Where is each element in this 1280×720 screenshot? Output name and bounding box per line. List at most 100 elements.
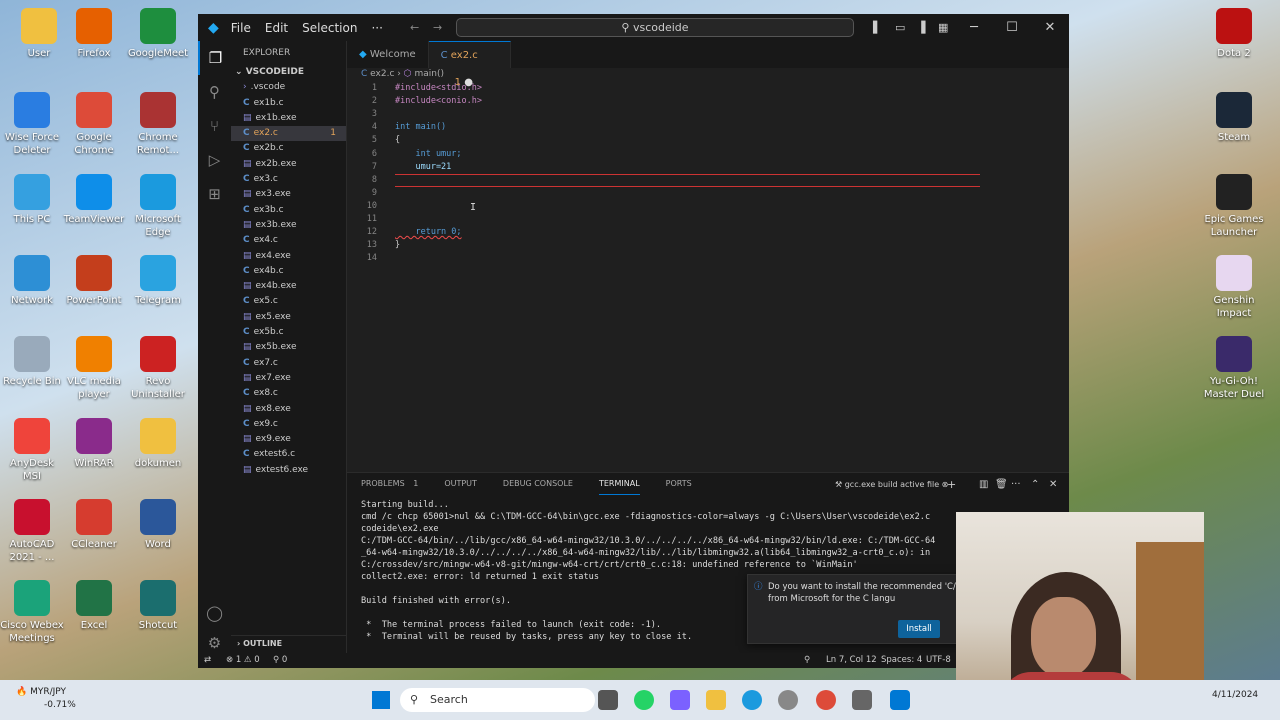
file-item[interactable]: ▤ ex4b.exe [231,279,346,294]
task-view-icon[interactable] [598,690,618,710]
taskbar-search[interactable]: ⚲ Search [400,688,595,712]
desktop-icon[interactable]: Revo Uninstaller [126,336,190,401]
file-item[interactable]: ▤ extest6.exe [231,463,346,478]
desktop-icon[interactable]: Cisco Webex Meetings [0,580,64,645]
tab-problems[interactable]: PROBLEMS 1 [361,473,418,495]
code-editor[interactable]: 1 #include<stdio.h> 2 #include<conio.h> 3 4 in… [347,82,1069,466]
explorer-icon[interactable]: ❐ [198,41,231,75]
start-button[interactable] [372,691,390,709]
file-explorer-icon[interactable] [706,690,726,710]
breadcrumb-symbol[interactable]: main() [414,69,444,79]
tab-ports[interactable]: PORTS [666,473,692,495]
widgets-button[interactable]: 🔥 MYR/JPY -0.71% [16,686,76,712]
close-panel-icon[interactable]: ✕ [1049,479,1057,490]
desktop-icon[interactable]: GoogleMeet [126,8,190,60]
file-item[interactable]: Cex2b.c [231,141,346,156]
file-item[interactable]: ▤ ex1b.exe [231,111,346,126]
file-item[interactable]: Cex7.c [231,356,346,371]
desktop-icon[interactable]: Genshin Impact [1202,255,1266,320]
remote-icon[interactable]: ⇄ [204,653,211,668]
desktop-icon[interactable]: Firefox [62,8,126,60]
file-item[interactable]: ▤ ex8.exe [231,402,346,417]
file-item[interactable]: ▤ ex3.exe [231,187,346,202]
menu-file[interactable]: File [231,21,251,35]
file-item[interactable]: Cex4.c [231,233,346,248]
desktop-icon[interactable]: Dota 2 [1202,8,1266,60]
layout-panel-icon[interactable]: ▭ [895,21,905,34]
desktop-icon[interactable]: dokumen [126,418,190,470]
more-icon[interactable]: ··· [1011,479,1021,490]
layout-secondary-icon[interactable]: ▐ [917,21,925,34]
breadcrumb-file[interactable]: ex2.c [370,69,394,79]
file-item[interactable]: Cex1b.c [231,96,346,111]
indentation[interactable]: Spaces: 4 [881,653,922,668]
desktop-icon[interactable]: Microsoft Edge [126,174,190,239]
desktop-icon[interactable]: AutoCAD 2021 - ... [0,499,64,564]
desktop-icon[interactable]: Recycle Bin [0,336,64,388]
file-item[interactable]: Cex5b.c [231,325,346,340]
tab-debug-console[interactable]: DEBUG CONSOLE [503,473,573,495]
tab-ex2[interactable]: C ex2.c 1 ● [428,41,511,88]
explorer-root[interactable]: ⌄ VSCODEIDE [231,65,346,80]
back-arrow-icon[interactable]: ← [410,21,419,34]
file-item[interactable]: ▤ ex7.exe [231,371,346,386]
trash-icon[interactable]: 🗑 [995,479,1008,490]
tab-terminal[interactable]: TERMINAL [598,473,640,495]
desktop-icon[interactable]: Yu-Gi-Oh! Master Duel [1202,336,1266,401]
file-item[interactable]: › .vscode [231,80,346,95]
problems-status[interactable]: ⊗ 1 ⚠ 0 [226,653,260,668]
tab-welcome[interactable]: ◆ Welcome [347,41,429,68]
file-item[interactable]: ▤ ex4.exe [231,249,346,264]
desktop-icon[interactable]: Wise Force Deleter [0,92,64,157]
desktop-icon[interactable]: TeamViewer [62,174,126,226]
split-terminal-icon[interactable]: ▥ [979,479,988,490]
desktop-icon[interactable]: CCleaner [62,499,126,551]
terminal-task-selector[interactable]: ⚒ gcc.exe build active file ⊗ [835,480,948,489]
file-item[interactable]: Cex9.c [231,417,346,432]
maximize-panel-icon[interactable]: ⌃ [1031,479,1039,490]
tab-output[interactable]: OUTPUT [444,473,477,495]
desktop-icon[interactable]: Steam [1202,92,1266,144]
desktop-icon[interactable]: WinRAR [62,418,126,470]
settings-icon[interactable] [778,690,798,710]
desktop-icon[interactable]: Epic Games Launcher [1202,174,1266,239]
outline-section[interactable]: › OUTLINE [231,635,347,650]
forward-arrow-icon[interactable]: → [433,21,442,34]
account-icon[interactable]: ◯ [198,596,231,630]
file-item[interactable]: ▤ ex9.exe [231,432,346,447]
file-item[interactable]: Cex3b.c [231,203,346,218]
maximize-button[interactable]: ☐ [993,14,1031,41]
desktop-icon[interactable]: PowerPoint [62,255,126,307]
new-terminal-icon[interactable]: + [947,478,956,491]
install-button[interactable]: Install [898,620,940,638]
extensions-icon[interactable]: ⊞ [198,177,231,211]
file-item[interactable]: Cextest6.c [231,447,346,462]
file-item[interactable]: ▤ ex5.exe [231,310,346,325]
desktop-icon[interactable]: Chrome Remot... [126,92,190,157]
minimize-button[interactable]: ─ [955,14,993,41]
desktop-icon[interactable]: Network [0,255,64,307]
file-item[interactable]: Cex3.c [231,172,346,187]
desktop-icon[interactable]: Word [126,499,190,551]
encoding[interactable]: UTF-8 [926,653,951,668]
menu-edit[interactable]: Edit [265,21,288,35]
desktop-icon[interactable]: Telegram [126,255,190,307]
file-item[interactable]: ▤ ex5b.exe [231,340,346,355]
customize-layout-icon[interactable]: ▦ [938,21,948,34]
file-item[interactable]: Cex2.c 1 [231,126,346,142]
vscode-taskbar-icon[interactable] [890,690,910,710]
desktop-icon[interactable]: AnyDesk MSI [0,418,64,483]
menu-selection[interactable]: Selection [302,21,357,35]
source-control-icon[interactable]: ⑂ [198,109,231,143]
run-debug-icon[interactable]: ▷ [198,143,231,177]
ports-status[interactable]: ⚲ 0 [273,653,287,668]
zoom-icon[interactable]: ⚲ [804,653,810,668]
close-button[interactable]: ✕ [1031,14,1069,41]
desktop-icon[interactable]: Google Chrome [62,92,126,157]
chrome-icon[interactable] [816,690,836,710]
taskbar-settings-icon[interactable] [852,690,872,710]
command-center-search[interactable]: ⚲ vscodeide [456,18,854,37]
edge-icon[interactable] [742,690,762,710]
copilot-icon[interactable] [670,690,690,710]
file-item[interactable]: ▤ ex2b.exe [231,157,346,172]
